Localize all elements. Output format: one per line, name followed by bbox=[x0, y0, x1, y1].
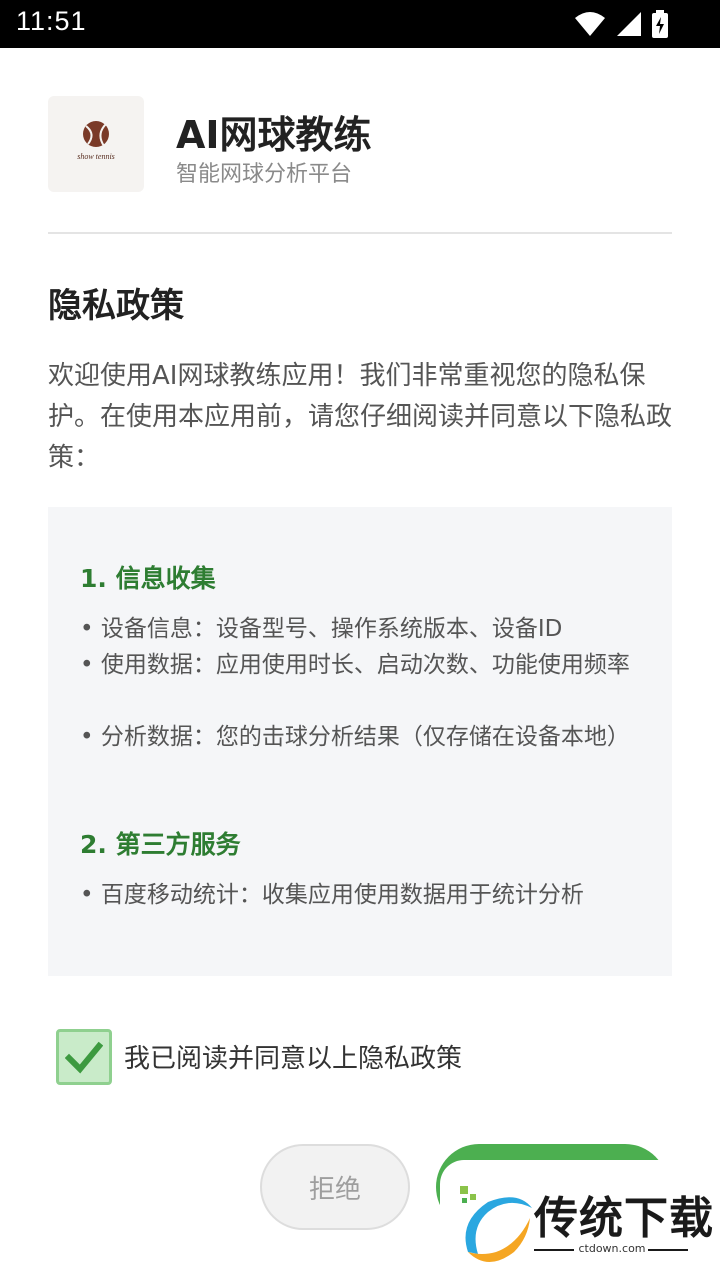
signal-icon bbox=[617, 12, 641, 36]
reject-button[interactable]: 拒绝 bbox=[260, 1144, 410, 1230]
policy-title: 隐私政策 bbox=[48, 286, 184, 326]
ctdown-logo-icon bbox=[460, 1186, 532, 1262]
policy-intro: 欢迎使用AI网球教练应用！我们非常重视您的隐私保护。在使用本应用前，请您仔细阅读… bbox=[48, 361, 673, 473]
bullet-analysis-data: • 分析数据：您的击球分析结果（仅存储在设备本地） bbox=[80, 724, 630, 750]
status-icons bbox=[574, 10, 668, 38]
header-divider bbox=[48, 232, 672, 234]
battery-charging-icon bbox=[652, 10, 668, 38]
app-subtitle: 智能网球分析平台 bbox=[176, 162, 353, 187]
section-heading-third-party: 2. 第三方服务 bbox=[80, 830, 241, 859]
app-logo: show tennis bbox=[48, 96, 144, 192]
watermark: 传统下载 ctdown.com bbox=[440, 1160, 720, 1280]
consent-checkbox[interactable] bbox=[56, 1029, 112, 1085]
watermark-line-right bbox=[648, 1249, 688, 1251]
tennis-ball-logo-icon bbox=[83, 121, 109, 147]
logo-text: show tennis bbox=[77, 152, 115, 161]
status-bar: 11:51 bbox=[0, 0, 720, 48]
status-time: 11:51 bbox=[16, 6, 87, 36]
app-title: AI网球教练 bbox=[176, 113, 372, 157]
checkmark-icon bbox=[65, 1041, 103, 1074]
bullet-device-info: • 设备信息：设备型号、操作系统版本、设备ID bbox=[80, 616, 563, 642]
consent-label[interactable]: 我已阅读并同意以上隐私政策 bbox=[124, 1038, 462, 1075]
bullet-baidu-stats: • 百度移动统计：收集应用使用数据用于统计分析 bbox=[80, 882, 584, 908]
wifi-icon bbox=[575, 12, 605, 36]
policy-details-box: 1. 信息收集 • 设备信息：设备型号、操作系统版本、设备ID • 使用数据：应… bbox=[48, 507, 672, 976]
section-heading-info-collection: 1. 信息收集 bbox=[80, 564, 216, 593]
watermark-text: 传统下载 bbox=[534, 1193, 714, 1244]
bullet-usage-data: • 使用数据：应用使用时长、启动次数、功能使用频率 bbox=[80, 652, 630, 678]
